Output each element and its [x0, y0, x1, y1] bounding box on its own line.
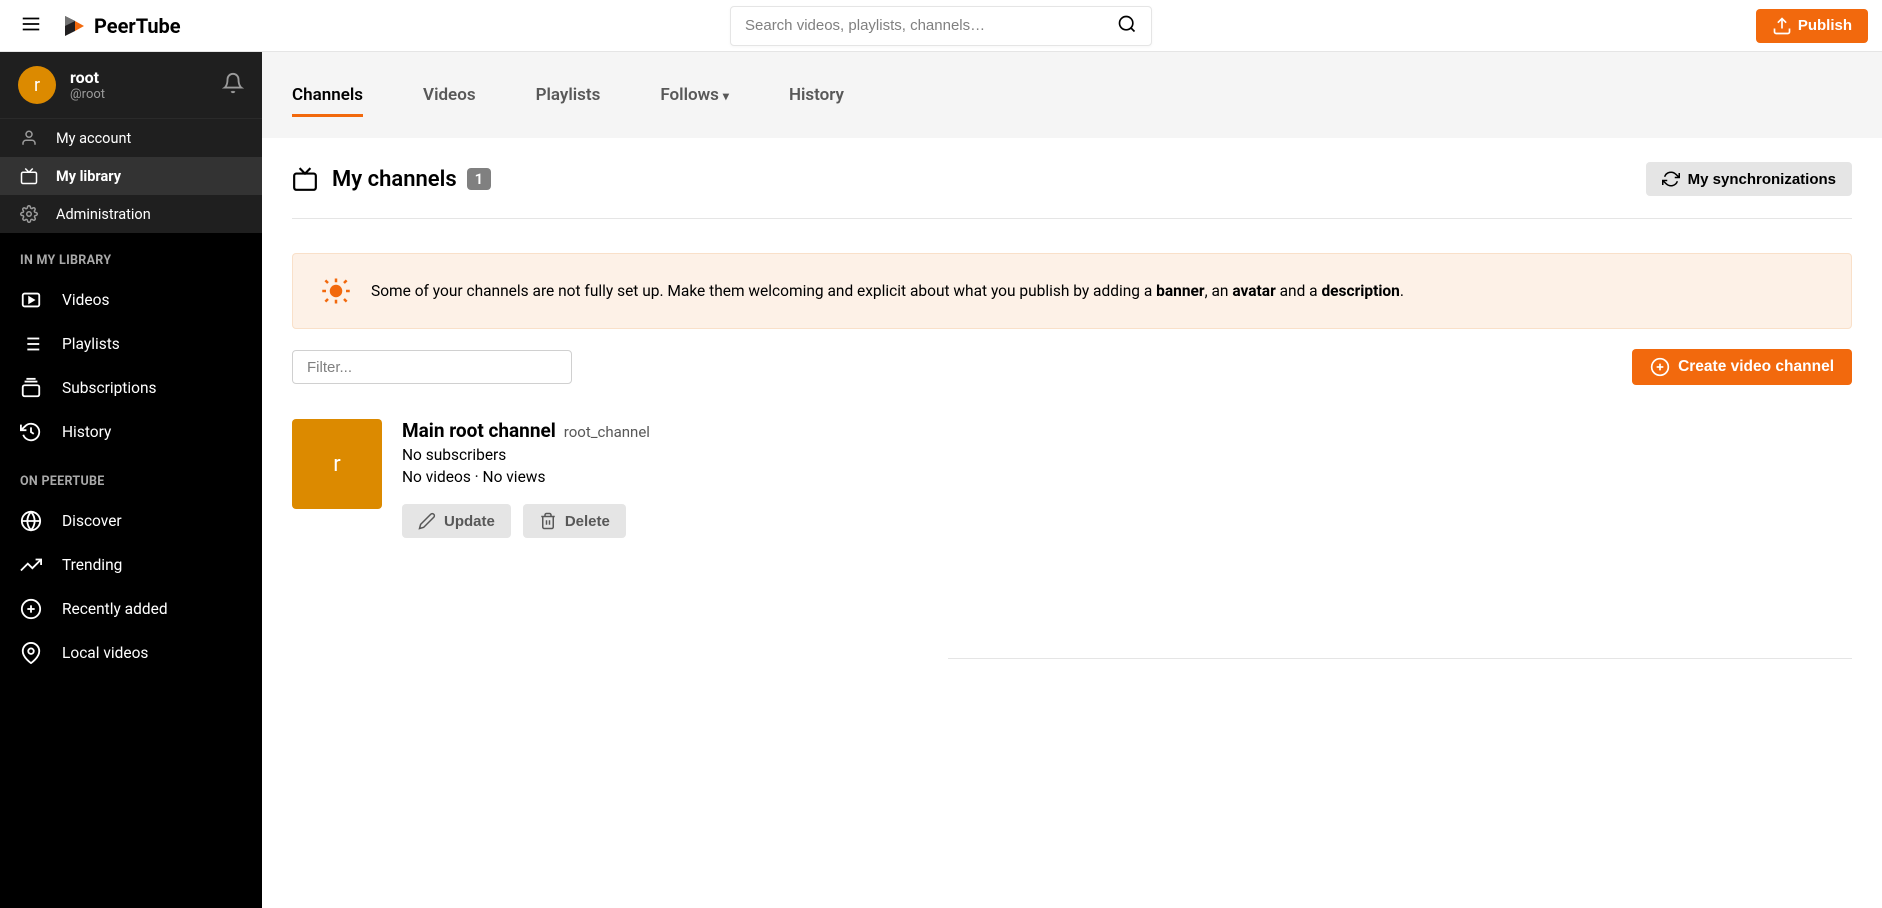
sidebar: r root @root My account My library: [0, 52, 262, 908]
menu-toggle-button[interactable]: [14, 7, 48, 45]
create-channel-button[interactable]: Create video channel: [1632, 349, 1852, 385]
notifications-button[interactable]: [222, 72, 244, 98]
publish-button[interactable]: Publish: [1756, 9, 1868, 43]
list-icon: [20, 333, 42, 355]
sync-icon: [1662, 170, 1680, 188]
tab-history[interactable]: History: [789, 77, 844, 113]
history-icon: [20, 421, 42, 443]
plus-circle-icon: [1650, 357, 1670, 377]
menu-subscriptions[interactable]: Subscriptions: [0, 366, 262, 410]
menu-discover[interactable]: Discover: [0, 499, 262, 543]
page-title: My channels: [332, 167, 457, 192]
menu-trending-label: Trending: [62, 556, 122, 574]
nav-my-account-label: My account: [56, 130, 131, 147]
delete-channel-button[interactable]: Delete: [523, 504, 626, 538]
main-content: Channels Videos Playlists Follows ▾ Histo…: [262, 52, 1882, 908]
create-channel-label: Create video channel: [1678, 358, 1834, 376]
channel-handle: root_channel: [564, 423, 650, 441]
menu-playlists[interactable]: Playlists: [0, 322, 262, 366]
menu-recently-added[interactable]: Recently added: [0, 587, 262, 631]
synchronizations-button[interactable]: My synchronizations: [1646, 162, 1852, 196]
menu-subscriptions-label: Subscriptions: [62, 379, 157, 397]
user-avatar: r: [18, 66, 56, 104]
tip-text: Some of your channels are not fully set …: [371, 282, 1404, 300]
nav-administration[interactable]: Administration: [0, 195, 262, 233]
channel-avatar[interactable]: r: [292, 419, 382, 509]
delete-channel-label: Delete: [565, 513, 610, 530]
user-handle: @root: [70, 87, 222, 102]
channel-name-link[interactable]: Main root channel: [402, 419, 556, 442]
update-channel-label: Update: [444, 513, 495, 530]
menu-local-videos-label: Local videos: [62, 644, 148, 662]
menu-videos[interactable]: Videos: [0, 278, 262, 322]
subscriptions-icon: [20, 377, 42, 399]
nav-my-library-label: My library: [56, 168, 121, 185]
tab-videos[interactable]: Videos: [423, 77, 476, 113]
synchronizations-label: My synchronizations: [1688, 171, 1836, 188]
search-container: [730, 6, 1152, 46]
tab-follows-label: Follows: [660, 85, 719, 105]
trash-icon: [539, 512, 557, 530]
gear-icon: [20, 205, 38, 223]
plus-circle-icon: [20, 598, 42, 620]
section-peertube-title: ON PEERTUBE: [0, 454, 262, 499]
tab-follows[interactable]: Follows ▾: [660, 77, 729, 113]
channel-count-badge: 1: [467, 168, 492, 190]
update-channel-button[interactable]: Update: [402, 504, 511, 538]
account-nav: My account My library Administration: [0, 118, 262, 233]
search-icon: [1117, 14, 1137, 34]
trending-icon: [20, 554, 42, 576]
user-info: root @root: [70, 68, 222, 102]
setup-tip-banner: Some of your channels are not fully set …: [292, 253, 1852, 329]
menu-history-label: History: [62, 423, 111, 441]
channel-row: r Main root channel root_channel No subs…: [292, 419, 1852, 538]
search-input[interactable]: [731, 17, 1103, 34]
user-icon: [20, 129, 38, 147]
channel-stats: No videos · No views: [402, 468, 650, 486]
peertube-logo-icon: [62, 14, 86, 38]
menu-recently-added-label: Recently added: [62, 600, 168, 618]
pencil-icon: [418, 512, 436, 530]
upload-icon: [1772, 16, 1792, 36]
tab-channels[interactable]: Channels: [292, 77, 363, 113]
menu-local-videos[interactable]: Local videos: [0, 631, 262, 675]
tv-icon: [20, 167, 38, 185]
globe-icon: [20, 510, 42, 532]
tip-icon: [321, 276, 351, 306]
nav-administration-label: Administration: [56, 206, 151, 223]
tv-icon: [292, 166, 318, 192]
search-button[interactable]: [1103, 14, 1151, 37]
menu-playlists-label: Playlists: [62, 335, 120, 353]
video-icon: [20, 289, 42, 311]
divider: [948, 658, 1852, 659]
bell-icon: [222, 72, 244, 94]
tab-playlists[interactable]: Playlists: [536, 77, 601, 113]
section-library-title: IN MY LIBRARY: [0, 233, 262, 278]
nav-my-library[interactable]: My library: [0, 157, 262, 195]
nav-my-account[interactable]: My account: [0, 119, 262, 157]
user-display-name: root: [70, 68, 222, 87]
menu-history[interactable]: History: [0, 410, 262, 454]
page-title-row: My channels 1 My synchronizations: [292, 162, 1852, 219]
filter-row: Create video channel: [292, 349, 1852, 385]
channel-subscribers: No subscribers: [402, 446, 650, 464]
tabs-bar: Channels Videos Playlists Follows ▾ Histo…: [262, 52, 1882, 138]
pin-icon: [20, 642, 42, 664]
menu-discover-label: Discover: [62, 512, 122, 530]
menu-trending[interactable]: Trending: [0, 543, 262, 587]
chevron-down-icon: ▾: [723, 89, 729, 103]
channel-info: Main root channel root_channel No subscr…: [402, 419, 650, 538]
brand-link[interactable]: PeerTube: [62, 14, 181, 38]
user-block[interactable]: r root @root: [0, 52, 262, 118]
menu-videos-label: Videos: [62, 291, 109, 309]
filter-input[interactable]: [292, 350, 572, 384]
brand-name: PeerTube: [94, 14, 181, 38]
publish-label: Publish: [1798, 17, 1852, 34]
hamburger-icon: [20, 13, 42, 35]
search-box: [730, 6, 1152, 46]
top-header: PeerTube Publish: [0, 0, 1882, 52]
